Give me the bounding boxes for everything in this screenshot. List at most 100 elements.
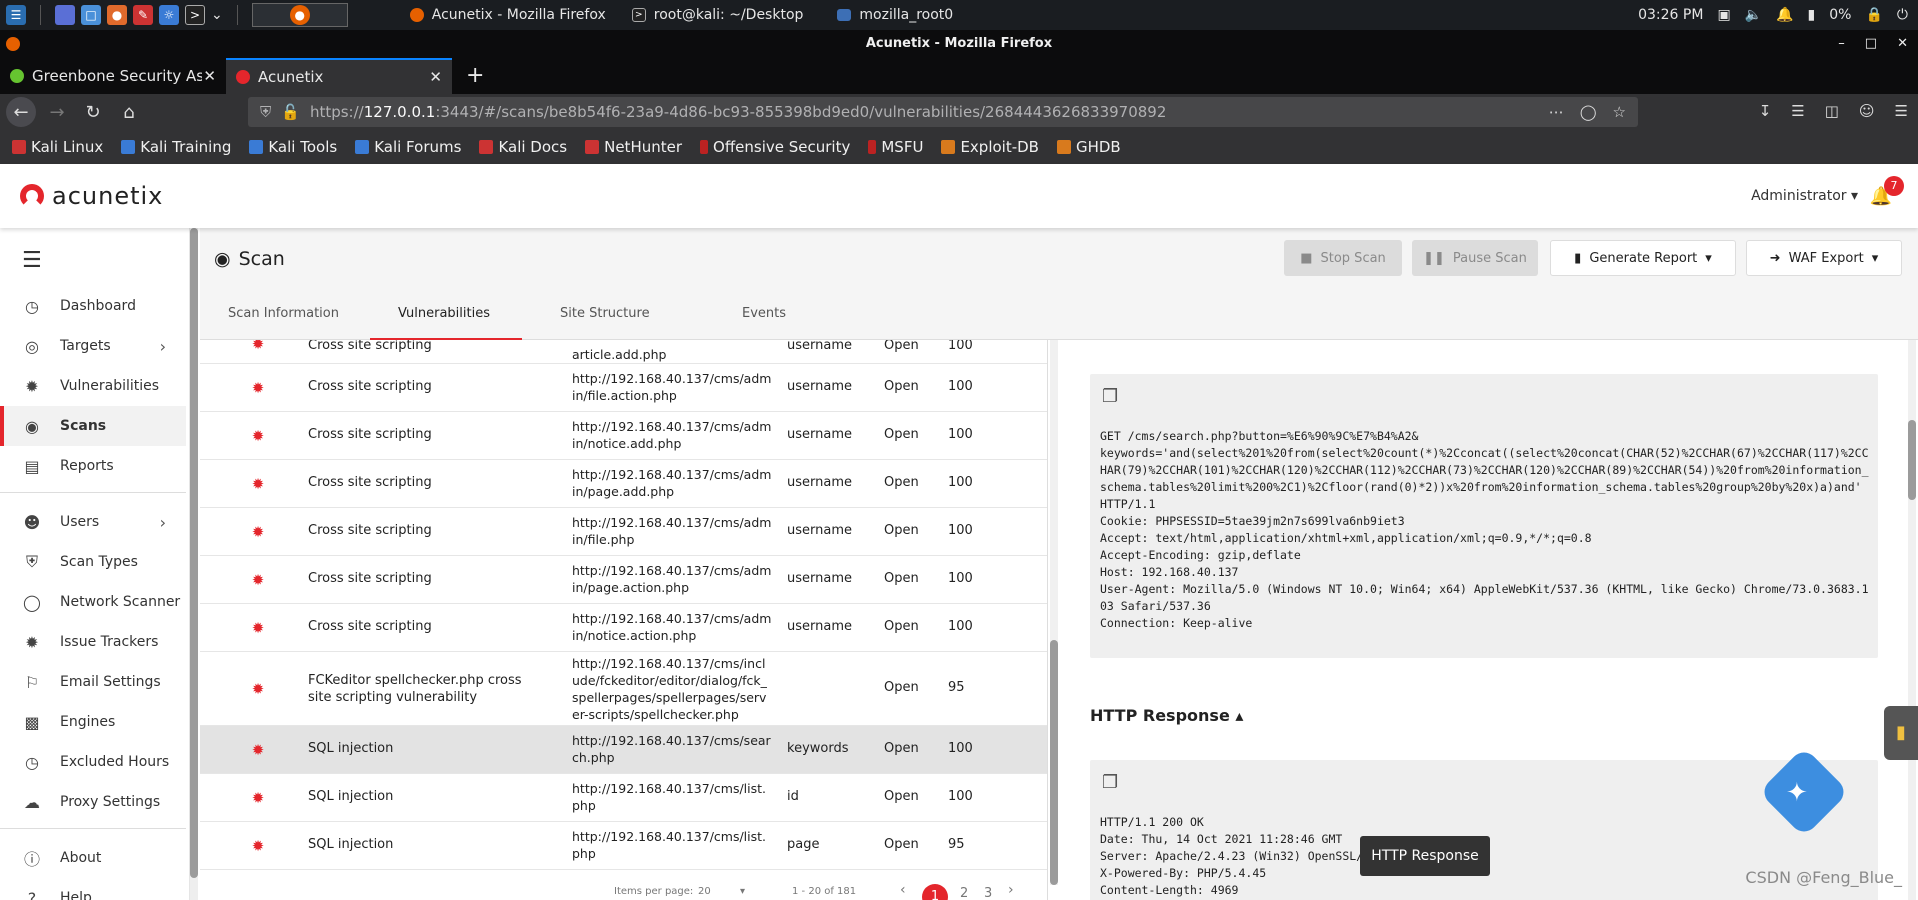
acunetix-logo[interactable]: acunetix <box>20 182 163 210</box>
table-row-selected[interactable]: ✹ SQL injection http://192.168.40.137/cm… <box>200 726 1047 774</box>
bookmark-item[interactable]: NetHunter <box>585 138 682 156</box>
display-icon[interactable]: ▣ <box>1717 7 1730 23</box>
detail-scrollbar[interactable] <box>1908 340 1916 900</box>
waf-export-button[interactable]: ➜ WAF Export ▾ <box>1746 240 1902 276</box>
kali-menu-icon[interactable]: ☰ <box>6 5 26 25</box>
generate-report-button[interactable]: ▮ Generate Report ▾ <box>1550 240 1736 276</box>
volume-icon[interactable]: 🔈 <box>1745 7 1762 23</box>
text-editor-icon[interactable]: ✎ <box>133 5 153 25</box>
taskbar-window-folder[interactable]: mozilla_root0 <box>837 7 953 23</box>
pocket-icon[interactable]: ◯ <box>1580 103 1597 121</box>
taskbar-window-firefox[interactable]: Acunetix - Mozilla Firefox <box>409 7 606 23</box>
sidebar-toggle-icon[interactable]: ◫ <box>1825 102 1839 120</box>
sidebar-item-email-settings[interactable]: ⚐ Email Settings <box>0 662 186 702</box>
next-page-icon[interactable]: › <box>1008 882 1014 898</box>
sidebar-item-issue-trackers[interactable]: ✹ Issue Trackers <box>0 622 186 662</box>
page-actions-icon[interactable]: ⋯ <box>1549 103 1564 121</box>
table-row[interactable]: ✹ Cross site scripting http://192.168.40… <box>200 412 1047 460</box>
reload-button[interactable]: ↻ <box>78 97 108 127</box>
shield-icon[interactable]: ⛨ <box>260 103 271 121</box>
side-widget-icon[interactable]: ▮ <box>1884 706 1918 760</box>
maximize-icon[interactable]: □ <box>1865 30 1877 58</box>
close-tab-icon[interactable]: ✕ <box>429 68 442 86</box>
stop-scan-button[interactable]: ■ Stop Scan <box>1284 240 1402 276</box>
firefox-task-button[interactable]: ● <box>251 3 348 27</box>
sidebar-item-help[interactable]: ? Help <box>0 878 186 900</box>
tab-greenbone[interactable]: Greenbone Security Assis ✕ <box>0 58 226 94</box>
browser-icon[interactable]: ● <box>107 5 127 25</box>
sidebar-item-vulnerabilities[interactable]: ✹ Vulnerabilities <box>0 366 186 406</box>
prev-page-icon[interactable]: ‹ <box>900 882 906 898</box>
sidebar-item-network-scanner[interactable]: ◯ Network Scanner <box>0 582 186 622</box>
http-response-heading[interactable]: HTTP Response ▴ <box>1090 706 1243 725</box>
page-button[interactable]: 2 <box>960 886 968 900</box>
items-per-page-select[interactable]: 20 <box>698 886 711 897</box>
sidebar-item-targets[interactable]: ◎ Targets › <box>0 326 186 366</box>
clock[interactable]: 03:26 PM <box>1638 7 1703 23</box>
hamburger-icon[interactable]: ☰ <box>22 248 42 273</box>
user-menu[interactable]: Administrator ▾ <box>1751 188 1858 204</box>
network-icon[interactable]: ☼ <box>159 5 179 25</box>
minimize-icon[interactable]: – <box>1838 30 1845 58</box>
chevron-down-icon[interactable]: ⌄ <box>211 7 223 23</box>
tab-scan-information[interactable]: Scan Information <box>228 306 339 321</box>
new-tab-button[interactable]: + <box>452 58 498 94</box>
sidebar-item-engines[interactable]: ▩ Engines <box>0 702 186 742</box>
lock-icon[interactable]: 🔒 <box>1865 7 1882 23</box>
sidebar-item-scans[interactable]: ◉ Scans <box>0 406 186 446</box>
chevron-down-icon[interactable]: ▾ <box>740 886 745 897</box>
bookmark-item[interactable]: Kali Tools <box>249 138 337 156</box>
table-row[interactable]: ✹ Cross site scripting http://192.168.40… <box>200 364 1047 412</box>
home-button[interactable]: ⌂ <box>114 97 144 127</box>
menu-icon[interactable]: ☰ <box>1895 102 1908 120</box>
table-row[interactable]: ✹ SQL injection http://192.168.40.137/cm… <box>200 822 1047 870</box>
scrollbar-thumb[interactable] <box>1050 640 1058 885</box>
close-tab-icon[interactable]: ✕ <box>203 67 216 85</box>
sidebar-scrollbar[interactable] <box>190 228 198 900</box>
files-icon[interactable]: □ <box>81 5 101 25</box>
table-row[interactable]: ✹ SQL injection http://192.168.40.137/cm… <box>200 774 1047 822</box>
bookmark-item[interactable]: Exploit-DB <box>941 138 1039 156</box>
url-bar[interactable]: ⛨ 🔓 https://127.0.0.1:3443/#/scans/be8b5… <box>248 97 1638 127</box>
library-icon[interactable]: ☰ <box>1791 102 1804 120</box>
bookmark-item[interactable]: Kali Training <box>121 138 231 156</box>
close-window-icon[interactable]: ✕ <box>1897 30 1908 58</box>
terminal-icon[interactable]: > <box>185 5 205 25</box>
workspace-icon[interactable] <box>55 5 75 25</box>
battery-icon[interactable]: ▮ <box>1808 7 1816 23</box>
pause-scan-button[interactable]: ❚❚ Pause Scan <box>1412 240 1538 276</box>
page-button[interactable]: 3 <box>984 886 992 900</box>
table-row[interactable]: ✹ Cross site scripting article.add.php u… <box>200 340 1047 364</box>
tab-events[interactable]: Events <box>742 306 786 321</box>
bookmark-item[interactable]: Offensive Security <box>700 138 850 156</box>
downloads-icon[interactable]: ↧ <box>1759 102 1772 120</box>
table-row[interactable]: ✹ Cross site scripting http://192.168.40… <box>200 508 1047 556</box>
power-icon[interactable]: ⏻ <box>1897 7 1908 23</box>
scrollbar-thumb[interactable] <box>1908 420 1916 500</box>
tab-vulnerabilities[interactable]: Vulnerabilities <box>398 306 490 321</box>
sidebar-item-users[interactable]: ☻ Users › <box>0 502 186 542</box>
url-text[interactable]: https://127.0.0.1:3443/#/scans/be8b54f6-… <box>310 103 1166 121</box>
table-row[interactable]: ✹ FCKeditor spellchecker.php cross site … <box>200 652 1047 726</box>
tab-acunetix[interactable]: Acunetix ✕ <box>226 58 452 94</box>
table-row[interactable]: ✹ Cross site scripting http://192.168.40… <box>200 604 1047 652</box>
sidebar-item-reports[interactable]: ▤ Reports <box>0 446 186 486</box>
sidebar-item-dashboard[interactable]: ◷ Dashboard <box>0 286 186 326</box>
insecure-lock-icon[interactable]: 🔓 <box>281 103 300 121</box>
sidebar-item-about[interactable]: ⓘ About <box>0 838 186 878</box>
scrollbar-thumb[interactable] <box>190 228 198 878</box>
tab-site-structure[interactable]: Site Structure <box>560 306 650 321</box>
sidebar-item-excluded-hours[interactable]: ◷ Excluded Hours <box>0 742 186 782</box>
forward-button[interactable]: → <box>42 97 72 127</box>
bookmark-item[interactable]: GHDB <box>1056 138 1121 156</box>
account-icon[interactable]: ☺ <box>1859 102 1875 120</box>
table-row[interactable]: ✹ Cross site scripting http://192.168.40… <box>200 460 1047 508</box>
bookmark-item[interactable]: MSFU <box>868 138 923 156</box>
back-button[interactable]: ← <box>6 97 36 127</box>
sidebar-item-scan-types[interactable]: ⛨ Scan Types <box>0 542 186 582</box>
page-button-current[interactable]: 1 <box>922 884 948 900</box>
sidebar-item-proxy-settings[interactable]: ☁ Proxy Settings <box>0 782 186 822</box>
copy-icon[interactable]: ❐ <box>1102 772 1118 793</box>
bookmark-item[interactable]: Kali Forums <box>355 138 461 156</box>
taskbar-window-terminal[interactable]: > root@kali: ~/Desktop <box>631 7 803 23</box>
